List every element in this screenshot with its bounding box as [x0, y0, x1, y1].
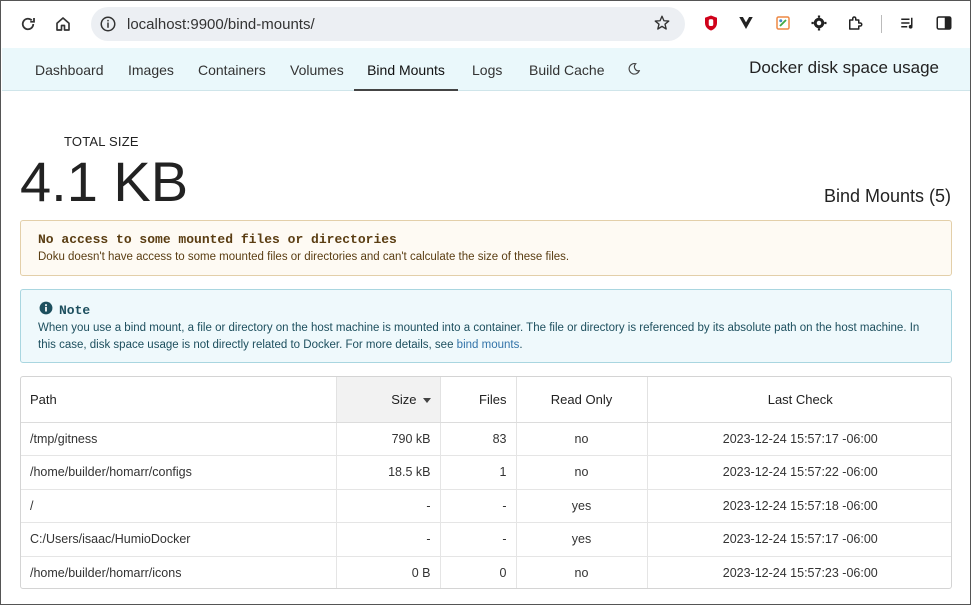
cell-last-check: 2023-12-24 15:57:17 -06:00 — [647, 422, 951, 456]
cell-files: 83 — [440, 422, 517, 456]
note-title: Note — [59, 302, 91, 318]
section-title: Bind Mounts (5) — [823, 186, 951, 206]
cell-last-check: 2023-12-24 15:57:23 -06:00 — [722, 566, 878, 580]
cell-path: /home/builder/homarr/icons — [21, 556, 337, 588]
colorful-extension-icon[interactable] — [773, 13, 793, 33]
cell-files: 1 — [440, 455, 517, 490]
cell-last-check: 2023-12-24 15:57:18 -06:00 — [647, 489, 951, 523]
cell-size: 18.5 kB — [336, 455, 441, 490]
app-nav-bar: Dashboard Images Containers Volumes Bind… — [2, 48, 970, 91]
browser-window: localhost:9900/bind-mounts/ Dashboard Im… — [0, 0, 971, 605]
cell-path: C:/Users/isaac/HumioDocker — [21, 522, 337, 557]
column-header-last-check[interactable]: Last Check — [647, 377, 951, 423]
cell-size: 790 kB — [336, 422, 441, 456]
dark-mode-moon-icon[interactable] — [627, 62, 641, 81]
cell-size: - — [336, 522, 441, 557]
tab-images[interactable]: Images — [128, 48, 174, 91]
cell-read-only: yes — [516, 522, 648, 557]
table-row: /home/builder/homarr/icons 0 B 0 no 2023… — [21, 556, 951, 588]
cell-read-only: no — [516, 422, 648, 456]
app-title: Docker disk space usage — [749, 58, 939, 77]
cell-size: 0 B — [336, 556, 441, 588]
bind-mounts-link[interactable]: bind mounts — [457, 339, 520, 351]
warning-title: No access to some mounted files or direc… — [38, 232, 397, 247]
cell-files: - — [440, 489, 517, 523]
cell-size: - — [336, 489, 441, 523]
ublock-extension-icon[interactable] — [701, 13, 721, 33]
home-icon[interactable] — [51, 12, 75, 36]
cell-read-only: yes — [516, 489, 648, 523]
gear-extension-icon[interactable] — [809, 13, 829, 33]
table-row: /tmp/gitness 790 kB 83 no 2023-12-24 15:… — [21, 422, 951, 456]
bookmark-star-icon[interactable] — [653, 14, 671, 37]
note-box: Note When you use a bind mount, a file o… — [20, 289, 952, 363]
tab-bind-mounts[interactable]: Bind Mounts — [354, 48, 458, 91]
tab-logs[interactable]: Logs — [472, 48, 502, 91]
warning-box: No access to some mounted files or direc… — [20, 220, 952, 276]
column-header-size[interactable]: Size — [336, 377, 441, 423]
url-text[interactable]: localhost:9900/bind-mounts/ — [127, 16, 315, 33]
cell-files: - — [440, 522, 517, 557]
note-end: . — [519, 339, 523, 351]
total-size-value: 4.1 KB — [20, 150, 189, 213]
address-bar[interactable]: localhost:9900/bind-mounts/ — [91, 7, 685, 41]
note-text: When you use a bind mount, a file or dir… — [38, 320, 938, 354]
table-row: / - - yes 2023-12-24 15:57:18 -06:00 — [21, 489, 951, 523]
column-header-path[interactable]: Path — [21, 377, 337, 423]
cell-read-only: no — [516, 455, 648, 490]
warning-text: Doku doesn't have access to some mounted… — [38, 251, 570, 263]
table-header-row: Path Size Files Read Only Last Check — [21, 377, 951, 423]
table-row: C:/Users/isaac/HumioDocker - - yes 2023-… — [21, 522, 951, 557]
cell-path: /tmp/gitness — [21, 422, 337, 456]
tab-containers[interactable]: Containers — [198, 48, 266, 91]
cell-last-check: 2023-12-24 15:57:22 -06:00 — [647, 455, 951, 490]
bind-mounts-table: Path Size Files Read Only Last Check /tm… — [20, 376, 952, 589]
info-circle-icon — [39, 301, 53, 319]
side-panel-icon[interactable] — [934, 13, 954, 33]
vue-devtools-extension-icon[interactable] — [736, 13, 756, 33]
media-controls-icon[interactable] — [898, 13, 918, 33]
cell-read-only: no — [516, 556, 648, 588]
cell-path: / — [21, 489, 337, 523]
note-header: Note — [39, 301, 90, 319]
reload-icon[interactable] — [16, 12, 40, 36]
site-info-icon[interactable] — [99, 15, 117, 38]
size-header-label: Size — [391, 391, 417, 407]
extensions-puzzle-icon[interactable] — [845, 13, 865, 33]
sort-descending-icon — [422, 397, 431, 403]
toolbar-separator — [881, 15, 882, 33]
column-header-files[interactable]: Files — [440, 377, 517, 423]
browser-toolbar: localhost:9900/bind-mounts/ — [1, 1, 970, 47]
column-header-read-only[interactable]: Read Only — [516, 377, 648, 423]
cell-files: 0 — [440, 556, 517, 588]
cell-path: /home/builder/homarr/configs — [21, 455, 337, 490]
tab-dashboard[interactable]: Dashboard — [35, 48, 104, 91]
tab-volumes[interactable]: Volumes — [290, 48, 344, 91]
tab-build-cache[interactable]: Build Cache — [529, 48, 605, 91]
table-row: /home/builder/homarr/configs 18.5 kB 1 n… — [21, 455, 951, 490]
cell-last-check: 2023-12-24 15:57:17 -06:00 — [647, 522, 951, 557]
